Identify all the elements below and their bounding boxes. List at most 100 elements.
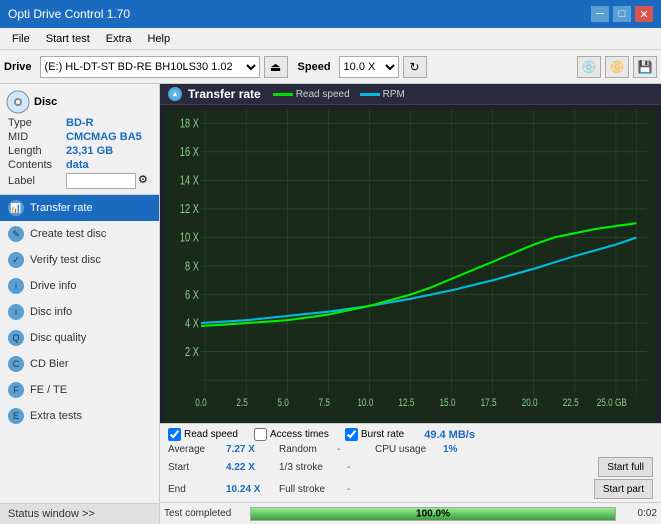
svg-text:25.0 GB: 25.0 GB (597, 397, 627, 410)
speed-select[interactable]: 10.0 X (339, 56, 399, 78)
content-area: Transfer rate Read speed RPM (160, 84, 661, 524)
svg-text:2 X: 2 X (185, 346, 199, 360)
cpu-value: 1% (443, 444, 457, 455)
disc-icon (6, 90, 30, 114)
drive-info-icon: i (8, 278, 24, 294)
speed-label: Speed (298, 61, 331, 73)
close-button[interactable]: ✕ (635, 6, 653, 22)
start-value: 4.22 X (226, 462, 271, 473)
access-times-checkbox[interactable]: Access times (254, 428, 329, 441)
nav-disc-quality[interactable]: Q Disc quality (0, 325, 159, 351)
toolbar: Drive (E:) HL-DT-ST BD-RE BH10LS30 1.02 … (0, 50, 661, 84)
start-full-button[interactable]: Start full (598, 457, 653, 477)
disc-section: Disc Type BD-R MID CMCMAG BA5 Length 23,… (0, 84, 159, 195)
disc-icon-btn[interactable]: 💿 (577, 56, 601, 78)
progress-percent: 100.0% (416, 508, 450, 519)
svg-text:2.5: 2.5 (236, 397, 248, 410)
nav-extra-tests[interactable]: E Extra tests (0, 403, 159, 429)
read-speed-checkbox[interactable]: Read speed (168, 428, 238, 441)
start-part-button[interactable]: Start part (594, 479, 653, 499)
disc2-icon-btn[interactable]: 📀 (605, 56, 629, 78)
disc-type-row: Type BD-R (0, 116, 159, 130)
read-speed-check[interactable] (168, 428, 181, 441)
svg-text:12 X: 12 X (180, 203, 199, 217)
menu-start-test[interactable]: Start test (38, 31, 98, 47)
create-test-disc-icon: ✎ (8, 226, 24, 242)
minimize-button[interactable]: ─ (591, 6, 609, 22)
disc-mid-row: MID CMCMAG BA5 (0, 130, 159, 144)
svg-text:10.0: 10.0 (357, 397, 373, 410)
burst-rate-check[interactable] (345, 428, 358, 441)
nav-drive-info[interactable]: i Drive info (0, 273, 159, 299)
nav-section: 📊 Transfer rate ✎ Create test disc ✓ Ver… (0, 195, 159, 503)
stroke13-value: - (347, 462, 377, 473)
disc-info-icon: i (8, 304, 24, 320)
disc-contents-row: Contents data (0, 158, 159, 172)
nav-cd-bier[interactable]: C CD Bier (0, 351, 159, 377)
svg-text:17.5: 17.5 (481, 397, 497, 410)
disc-length-row: Length 23,31 GB (0, 144, 159, 158)
main-layout: Disc Type BD-R MID CMCMAG BA5 Length 23,… (0, 84, 661, 524)
disc-label-row: Label ⚙ (0, 172, 159, 190)
drive-select[interactable]: (E:) HL-DT-ST BD-RE BH10LS30 1.02 (40, 56, 260, 78)
svg-text:14 X: 14 X (180, 174, 199, 188)
access-times-check[interactable] (254, 428, 267, 441)
start-label: Start (168, 462, 218, 473)
burst-rate-checkbox[interactable]: Burst rate (345, 428, 404, 441)
svg-text:12.5: 12.5 (398, 397, 414, 410)
burst-rate-value: 49.4 MB/s (424, 429, 475, 441)
sidebar: Disc Type BD-R MID CMCMAG BA5 Length 23,… (0, 84, 160, 524)
menu-extra[interactable]: Extra (98, 31, 140, 47)
menu-file[interactable]: File (4, 31, 38, 47)
svg-text:6 X: 6 X (185, 288, 199, 302)
nav-disc-info[interactable]: i Disc info (0, 299, 159, 325)
stats-area: Read speed Access times Burst rate 49.4 … (160, 423, 661, 502)
nav-fe-te[interactable]: F FE / TE (0, 377, 159, 403)
nav-verify-test-disc[interactable]: ✓ Verify test disc (0, 247, 159, 273)
svg-text:16 X: 16 X (180, 146, 199, 160)
svg-text:18 X: 18 X (180, 117, 199, 131)
svg-text:15.0: 15.0 (439, 397, 455, 410)
chart-header: Transfer rate Read speed RPM (160, 84, 661, 105)
maximize-button[interactable]: □ (613, 6, 631, 22)
full-stroke-label: Full stroke (279, 484, 339, 495)
nav-create-test-disc[interactable]: ✎ Create test disc (0, 221, 159, 247)
extra-tests-icon: E (8, 408, 24, 424)
svg-text:7.5: 7.5 (319, 397, 331, 410)
legend-read-speed: Read speed (273, 89, 350, 100)
random-label: Random (279, 444, 329, 455)
save-button[interactable]: 💾 (633, 56, 657, 78)
disc-label-input[interactable] (66, 173, 136, 189)
average-value: 7.27 X (226, 444, 271, 455)
refresh-button[interactable]: ↻ (403, 56, 427, 78)
status-text: Test completed (164, 508, 244, 519)
menubar: File Start test Extra Help (0, 28, 661, 50)
disc-quality-icon: Q (8, 330, 24, 346)
end-label: End (168, 484, 218, 495)
cpu-label: CPU usage (375, 444, 435, 455)
nav-transfer-rate[interactable]: 📊 Transfer rate (0, 195, 159, 221)
label-edit-icon[interactable]: ⚙ (138, 173, 151, 189)
legend-read-color (273, 93, 293, 96)
svg-text:0.0: 0.0 (195, 397, 207, 410)
legend-rpm: RPM (360, 89, 405, 100)
full-stroke-value: - (347, 484, 377, 495)
eject-button[interactable]: ⏏ (264, 56, 288, 78)
chart-title-icon (168, 87, 182, 101)
window-controls: ─ □ ✕ (591, 6, 653, 22)
menu-help[interactable]: Help (139, 31, 178, 47)
stroke13-label: 1/3 stroke (279, 462, 339, 473)
progress-time: 0:02 (622, 508, 657, 519)
svg-text:22.5: 22.5 (563, 397, 579, 410)
average-label: Average (168, 444, 218, 455)
legend-rpm-color (360, 93, 380, 96)
chart-svg: 18 X 16 X 14 X 12 X 10 X 8 X 6 X 4 X 2 X… (164, 109, 657, 423)
progress-bar: 100.0% (250, 507, 616, 521)
svg-text:5.0: 5.0 (277, 397, 289, 410)
progress-row: Test completed 100.0% 0:02 (160, 502, 661, 524)
chart-legend: Read speed RPM (273, 89, 405, 100)
app-title: Opti Drive Control 1.70 (8, 7, 130, 21)
svg-text:20.0: 20.0 (522, 397, 538, 410)
status-window-button[interactable]: Status window >> (0, 503, 159, 524)
chart-title: Transfer rate (188, 87, 261, 101)
